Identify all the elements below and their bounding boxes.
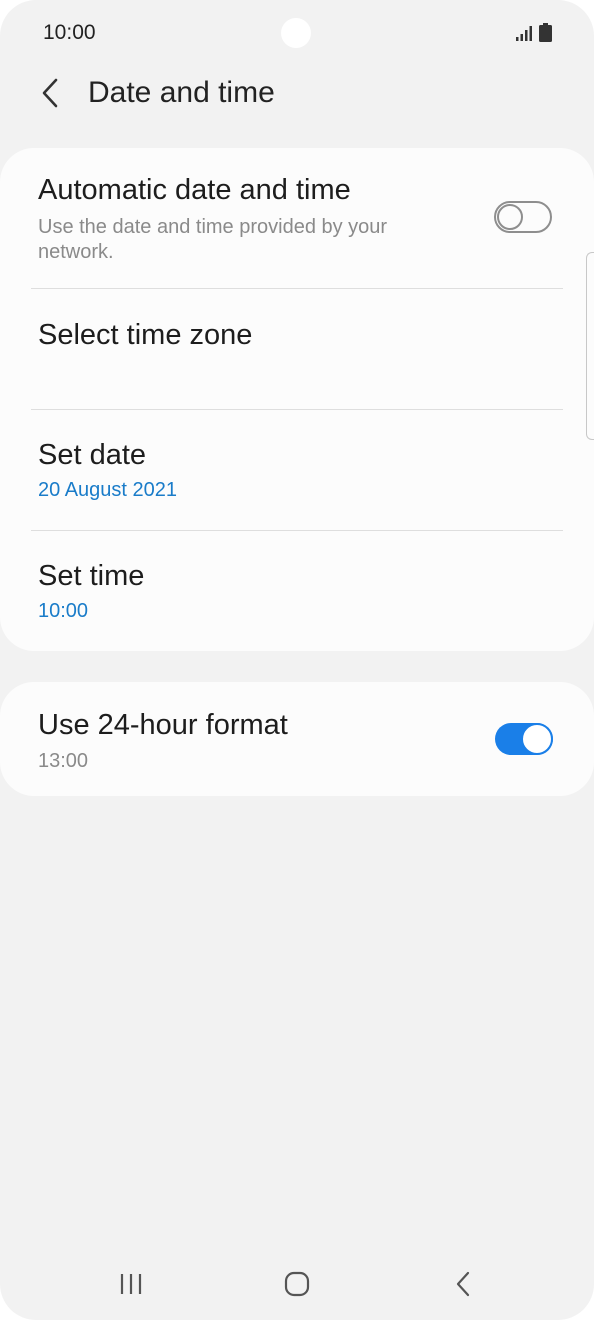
use-24-hour-format-toggle[interactable] [495, 723, 553, 755]
nav-back-button[interactable] [438, 1262, 488, 1306]
toggle-knob [521, 723, 553, 755]
status-bar: 10:00 [0, 0, 594, 66]
use-24-hour-format-title: Use 24-hour format [38, 709, 288, 741]
automatic-date-time-toggle[interactable] [494, 201, 552, 233]
back-arrow-icon [42, 78, 58, 108]
signal-icon [516, 26, 532, 41]
use-24-hour-format-row[interactable]: Use 24-hour format 13:00 [0, 682, 594, 796]
page-title: Date and time [88, 76, 275, 109]
front-camera [281, 18, 311, 48]
recent-apps-icon [120, 1274, 142, 1294]
home-icon [284, 1271, 310, 1297]
select-time-zone-row[interactable]: Select time zone [0, 289, 594, 409]
set-date-row[interactable]: Set date 20 August 2021 [0, 410, 594, 530]
set-date-value: 20 August 2021 [38, 479, 178, 501]
nav-back-icon [456, 1271, 470, 1297]
navigation-bar [0, 1248, 594, 1320]
set-time-row[interactable]: Set time 10:00 [0, 531, 594, 651]
automatic-date-time-subtitle: Use the date and time provided by your n… [38, 216, 388, 263]
set-date-title: Set date [38, 439, 147, 471]
use-24-hour-format-value: 13:00 [38, 750, 89, 772]
set-time-title: Set time [38, 560, 145, 592]
date-time-settings-card: Automatic date and time Use the date and… [0, 148, 594, 651]
automatic-date-time-row[interactable]: Automatic date and time Use the date and… [0, 148, 594, 288]
phone-screen: 10:00 Date and time Automatic date and t… [0, 0, 594, 1320]
set-time-value: 10:00 [38, 600, 89, 622]
battery-icon [539, 23, 552, 42]
back-button[interactable] [30, 73, 70, 113]
automatic-date-time-title: Automatic date and time [38, 174, 351, 206]
scrollbar[interactable] [586, 252, 594, 440]
recent-apps-button[interactable] [106, 1262, 156, 1306]
status-time: 10:00 [43, 21, 96, 44]
select-time-zone-title: Select time zone [38, 319, 253, 351]
time-format-card: Use 24-hour format 13:00 [0, 682, 594, 796]
toggle-knob [497, 204, 523, 230]
home-button[interactable] [272, 1262, 322, 1306]
